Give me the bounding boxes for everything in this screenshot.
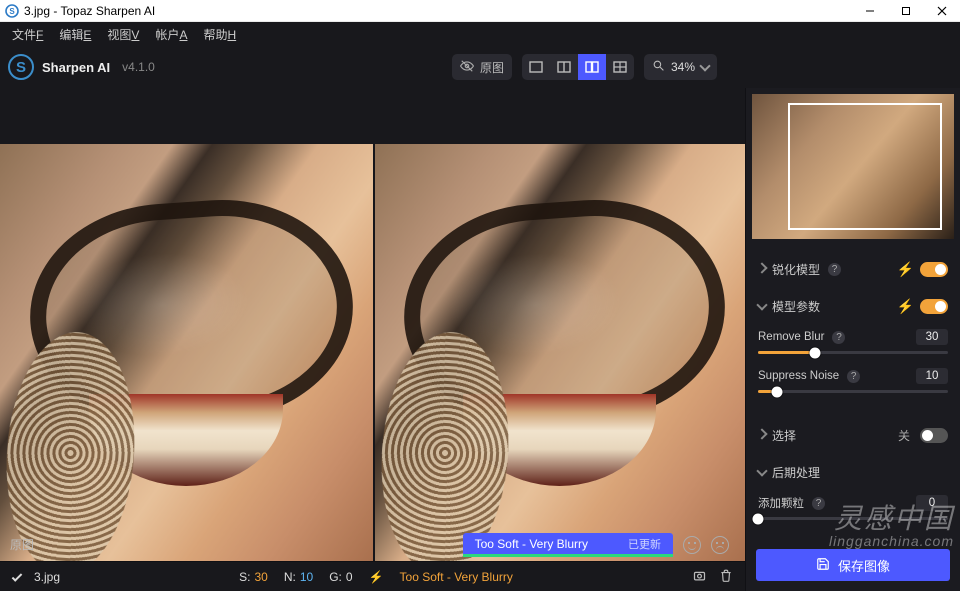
param-remove-blur: Remove Blur ? 30	[756, 325, 950, 364]
original-caption: 原图	[10, 536, 34, 553]
param-suppress-noise-slider[interactable]	[758, 390, 948, 393]
select-off-label: 关	[898, 427, 910, 444]
navigator-viewport-rect[interactable]	[788, 103, 942, 231]
view-mode-grid[interactable]	[606, 54, 634, 80]
menu-file[interactable]: 文件F	[6, 26, 49, 43]
help-icon[interactable]: ?	[832, 331, 845, 344]
canvas-column: 原图 Too Soft - Very Blurry 已更新 3.jpg S:30…	[0, 88, 745, 591]
feedback-negative-button[interactable]	[711, 536, 729, 554]
view-mode-segmented	[522, 54, 634, 80]
section-post-processing[interactable]: 后期处理	[756, 454, 950, 491]
bolt-icon: ⚡	[369, 570, 384, 584]
canvas-compare-area[interactable]	[0, 88, 745, 561]
crop-button[interactable]	[692, 568, 707, 586]
chevron-right-icon	[756, 262, 767, 273]
toggle-original-button[interactable]: 原图	[452, 54, 512, 80]
section-select[interactable]: 选择 关	[756, 417, 950, 454]
bolt-icon: ⚡	[897, 261, 914, 278]
brand-version: v4.1.0	[122, 60, 155, 74]
sharpen-model-auto-toggle[interactable]	[920, 262, 948, 277]
section-sharpen-model-label: 锐化模型	[772, 261, 820, 278]
view-mode-split[interactable]	[550, 54, 578, 80]
param-add-grain-label: 添加颗粒	[758, 495, 804, 511]
section-model-params[interactable]: 模型参数 ⚡	[756, 288, 950, 325]
param-suppress-noise-value[interactable]: 10	[916, 368, 948, 384]
save-image-button[interactable]: 保存图像	[756, 549, 950, 581]
chevron-down-icon	[756, 465, 767, 476]
statusbar-param-g: G:0	[329, 570, 352, 584]
window-minimize-button[interactable]	[852, 0, 888, 22]
param-remove-blur-label: Remove Blur	[758, 331, 824, 343]
brand: S Sharpen AI v4.1.0	[8, 54, 155, 80]
help-icon[interactable]: ?	[828, 263, 841, 276]
svg-text:S: S	[9, 7, 15, 16]
statusbar-filename: 3.jpg	[34, 570, 60, 584]
menu-account[interactable]: 帐户A	[149, 26, 193, 43]
statusbar-param-s: S:30	[239, 570, 268, 584]
photo-result	[375, 144, 746, 561]
result-model-label: Too Soft - Very Blurry	[475, 537, 588, 551]
param-remove-blur-slider[interactable]	[758, 351, 948, 354]
save-icon	[816, 557, 830, 574]
result-bar: Too Soft - Very Blurry 已更新	[463, 533, 745, 557]
check-icon	[12, 571, 23, 582]
statusbar: 3.jpg S:30 N:10 G:0 ⚡ Too Soft - Very Bl…	[0, 561, 745, 591]
brand-icon: S	[8, 54, 34, 80]
window-maximize-button[interactable]	[888, 0, 924, 22]
section-model-params-label: 模型参数	[772, 298, 820, 315]
param-add-grain: 添加颗粒 ? 0	[756, 491, 950, 530]
bolt-icon: ⚡	[897, 298, 914, 315]
section-post-processing-label: 后期处理	[772, 464, 820, 481]
view-mode-single[interactable]	[522, 54, 550, 80]
canvas-pane-result	[373, 144, 746, 561]
magnifier-icon	[652, 59, 665, 75]
chevron-down-icon	[756, 299, 767, 310]
statusbar-param-n: N:10	[284, 570, 313, 584]
menu-help[interactable]: 帮助H	[197, 26, 242, 43]
feedback-positive-button[interactable]	[683, 536, 701, 554]
toggle-original-label: 原图	[480, 59, 504, 76]
param-suppress-noise-label: Suppress Noise	[758, 370, 839, 382]
param-remove-blur-value[interactable]: 30	[916, 329, 948, 345]
result-chip[interactable]: Too Soft - Very Blurry 已更新	[463, 533, 673, 557]
help-icon[interactable]: ?	[847, 370, 860, 383]
view-mode-side-by-side[interactable]	[578, 54, 606, 80]
zoom-control[interactable]: 34%	[644, 54, 717, 80]
menubar: 文件F 编辑E 视图V 帐户A 帮助H	[0, 22, 960, 46]
save-image-label: 保存图像	[838, 556, 890, 575]
chevron-down-icon	[699, 60, 710, 71]
main-area: 原图 Too Soft - Very Blurry 已更新 3.jpg S:30…	[0, 88, 960, 591]
chevron-right-icon	[756, 428, 767, 439]
menu-edit[interactable]: 编辑E	[53, 26, 97, 43]
brand-title: Sharpen AI	[42, 60, 110, 75]
menu-view[interactable]: 视图V	[101, 26, 145, 43]
param-suppress-noise: Suppress Noise ? 10	[756, 364, 950, 403]
navigator-preview[interactable]	[752, 94, 954, 239]
photo-original	[0, 144, 373, 561]
section-sharpen-model[interactable]: 锐化模型 ? ⚡	[756, 251, 950, 288]
select-toggle[interactable]	[920, 428, 948, 443]
section-select-label: 选择	[772, 427, 796, 444]
param-add-grain-value[interactable]: 0	[916, 495, 948, 511]
toolbar: S Sharpen AI v4.1.0 原图 34%	[0, 46, 960, 88]
window-titlebar: S 3.jpg - Topaz Sharpen AI	[0, 0, 960, 22]
app-icon: S	[5, 4, 19, 18]
sidebar: 锐化模型 ? ⚡ 模型参数 ⚡ Remove Blur ?	[745, 88, 960, 591]
param-add-grain-slider[interactable]	[758, 517, 948, 520]
window-close-button[interactable]	[924, 0, 960, 22]
result-status-label: 已更新	[628, 536, 661, 552]
delete-button[interactable]	[719, 568, 733, 586]
help-icon[interactable]: ?	[812, 497, 825, 510]
eye-off-icon	[460, 59, 474, 76]
window-title: 3.jpg - Topaz Sharpen AI	[24, 4, 155, 18]
canvas-pane-original	[0, 144, 373, 561]
zoom-value: 34%	[671, 60, 695, 74]
model-params-auto-toggle[interactable]	[920, 299, 948, 314]
statusbar-model: Too Soft - Very Blurry	[400, 570, 513, 584]
